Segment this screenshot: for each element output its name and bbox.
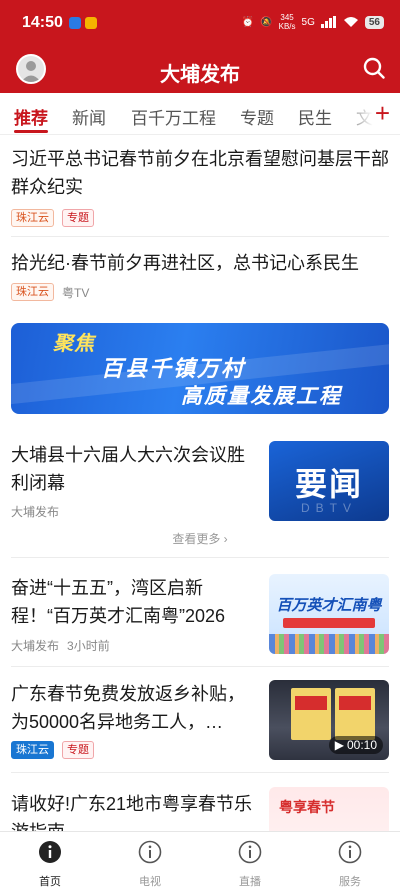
status-time: 14:50 [22, 14, 63, 31]
nav-home[interactable]: 首页 [0, 840, 100, 889]
divider [11, 772, 389, 773]
play-icon: ▶ [334, 738, 344, 752]
network-type: 5G [301, 16, 315, 28]
thumb-subtitle: DBTV [300, 501, 357, 515]
news-item[interactable]: 大埔县十六届人大六次会议胜利闭幕 大埔发布 要闻 DBTV [0, 441, 400, 523]
nav-live[interactable]: 直播 [200, 840, 300, 889]
news-thumbnail: 百万英才汇南粤 [269, 574, 389, 654]
thumb-poster [335, 688, 375, 740]
divider [11, 236, 389, 237]
mute-icon: 🔕 [260, 16, 273, 28]
nav-label: 电视 [139, 876, 161, 888]
view-more-label: 查看更多 [172, 532, 221, 546]
search-icon[interactable] [362, 56, 386, 80]
banner-line1: 聚焦 [53, 333, 95, 355]
alarm-icon: ⏰ [241, 16, 255, 28]
wifi-icon [343, 17, 358, 27]
tv-icon [138, 840, 162, 864]
focus-banner[interactable]: 聚焦 百县千镇万村 高质量发展工程 [11, 323, 389, 414]
news-item[interactable]: 习近平总书记春节前夕在北京看望慰问基层干部群众纪实 珠江云 专题 [0, 145, 400, 235]
notification-app-icon [85, 17, 97, 29]
video-duration-badge: ▶ 00:10 [328, 736, 383, 754]
news-time: 3小时前 [67, 639, 110, 653]
tab-recommend[interactable]: 推荐 [14, 104, 48, 129]
thumb-ribbon [283, 618, 375, 628]
signal-icon [320, 16, 336, 28]
video-duration: 00:10 [346, 738, 377, 752]
category-tabs: 推荐 新闻 百千万工程 专题 民生 文 + [0, 93, 400, 135]
news-title: 大埔县十六届人大六次会议胜利闭幕 [11, 445, 245, 493]
news-item[interactable]: 请收好!广东21地市粤享春节乐游指南 粤享春节 [0, 787, 400, 831]
news-title: 拾光纪·春节前夕再进社区，总书记心系民生 [11, 253, 359, 273]
live-icon [238, 840, 262, 864]
news-item[interactable]: 拾光纪·春节前夕再进社区，总书记心系民生 珠江云 粤TV [0, 249, 400, 309]
topic-tag: 专题 [62, 209, 94, 227]
app-header: 14:50 ⏰ 🔕 345 KB/s 5G 56 大埔发布 [0, 0, 400, 93]
view-more-link[interactable]: 查看更多 › [0, 530, 400, 547]
divider [11, 557, 389, 558]
tab-news[interactable]: 新闻 [72, 104, 106, 129]
thumb-poster [291, 688, 331, 740]
news-meta: 珠江云 粤TV [11, 283, 89, 301]
news-meta: 大埔发布 [11, 503, 59, 520]
topic-tag: 专题 [62, 741, 94, 759]
news-title: 奋进“十五五”，湾区启新程！“百万英才汇南粤”2026年… [11, 578, 226, 626]
tab-fade [340, 93, 400, 134]
tab-project[interactable]: 百千万工程 [131, 104, 216, 129]
source-tag: 珠江云 [11, 283, 54, 301]
app-title: 大埔发布 [160, 64, 240, 86]
video-thumbnail: ▶ 00:10 [269, 680, 389, 760]
source-tag: 珠江云 [11, 209, 54, 227]
news-item[interactable]: 奋进“十五五”，湾区启新程！“百万英才汇南粤”2026年… 大埔发布 3小时前 … [0, 574, 400, 656]
divider [11, 666, 389, 667]
tab-special[interactable]: 专题 [240, 104, 274, 129]
news-source: 粤TV [62, 285, 90, 300]
home-icon [39, 841, 61, 863]
news-source: 大埔发布 [11, 505, 60, 519]
news-thumbnail: 粤享春节 [269, 787, 389, 831]
notification-app-icon [69, 17, 81, 29]
tab-livelihood[interactable]: 民生 [298, 104, 332, 129]
thumb-title: 粤享春节 [279, 799, 335, 815]
status-indicators: ⏰ 🔕 345 KB/s 5G 56 [242, 13, 384, 31]
news-meta: 珠江云 专题 [11, 741, 94, 759]
app-bar: 大埔发布 [0, 46, 400, 93]
news-title: 习近平总书记春节前夕在北京看望慰问基层干部群众纪实 [11, 149, 389, 197]
nav-service[interactable]: 服务 [300, 840, 400, 889]
status-bar: 14:50 ⏰ 🔕 345 KB/s 5G 56 [0, 0, 400, 46]
nav-label: 首页 [39, 876, 61, 888]
news-source: 大埔发布 [11, 639, 60, 653]
thumb-title: 要闻 [294, 466, 363, 502]
news-thumbnail: 要闻 DBTV [269, 441, 389, 521]
news-meta: 珠江云 专题 [11, 209, 94, 227]
banner-line3: 高质量发展工程 [181, 385, 342, 408]
bottom-navigation: 首页 电视 直播 服务 [0, 831, 400, 889]
battery-indicator: 56 [364, 15, 384, 29]
nav-tv[interactable]: 电视 [100, 840, 200, 889]
service-icon [338, 840, 362, 864]
add-channel-button[interactable]: + [375, 99, 390, 127]
net-speed: 345 KB/s [278, 13, 296, 31]
news-meta: 大埔发布 3小时前 [11, 637, 110, 654]
tab-active-indicator [14, 130, 48, 133]
banner-line2: 百县千镇万村 [101, 356, 246, 381]
thumb-crowd [269, 634, 389, 654]
news-title: 广东春节免费发放返乡补贴，为50000名异地务工人，… [11, 684, 245, 732]
news-title: 请收好!广东21地市粤享春节乐游指南 [11, 794, 253, 831]
chevron-right-icon: › [223, 532, 228, 546]
nav-label: 直播 [239, 876, 261, 888]
nav-label: 服务 [339, 876, 361, 888]
thumb-title: 百万英才汇南粤 [276, 597, 382, 614]
news-item[interactable]: 广东春节免费发放返乡补贴，为50000名异地务工人，… 珠江云 专题 ▶ 00:… [0, 680, 400, 762]
source-tag: 珠江云 [11, 741, 54, 759]
